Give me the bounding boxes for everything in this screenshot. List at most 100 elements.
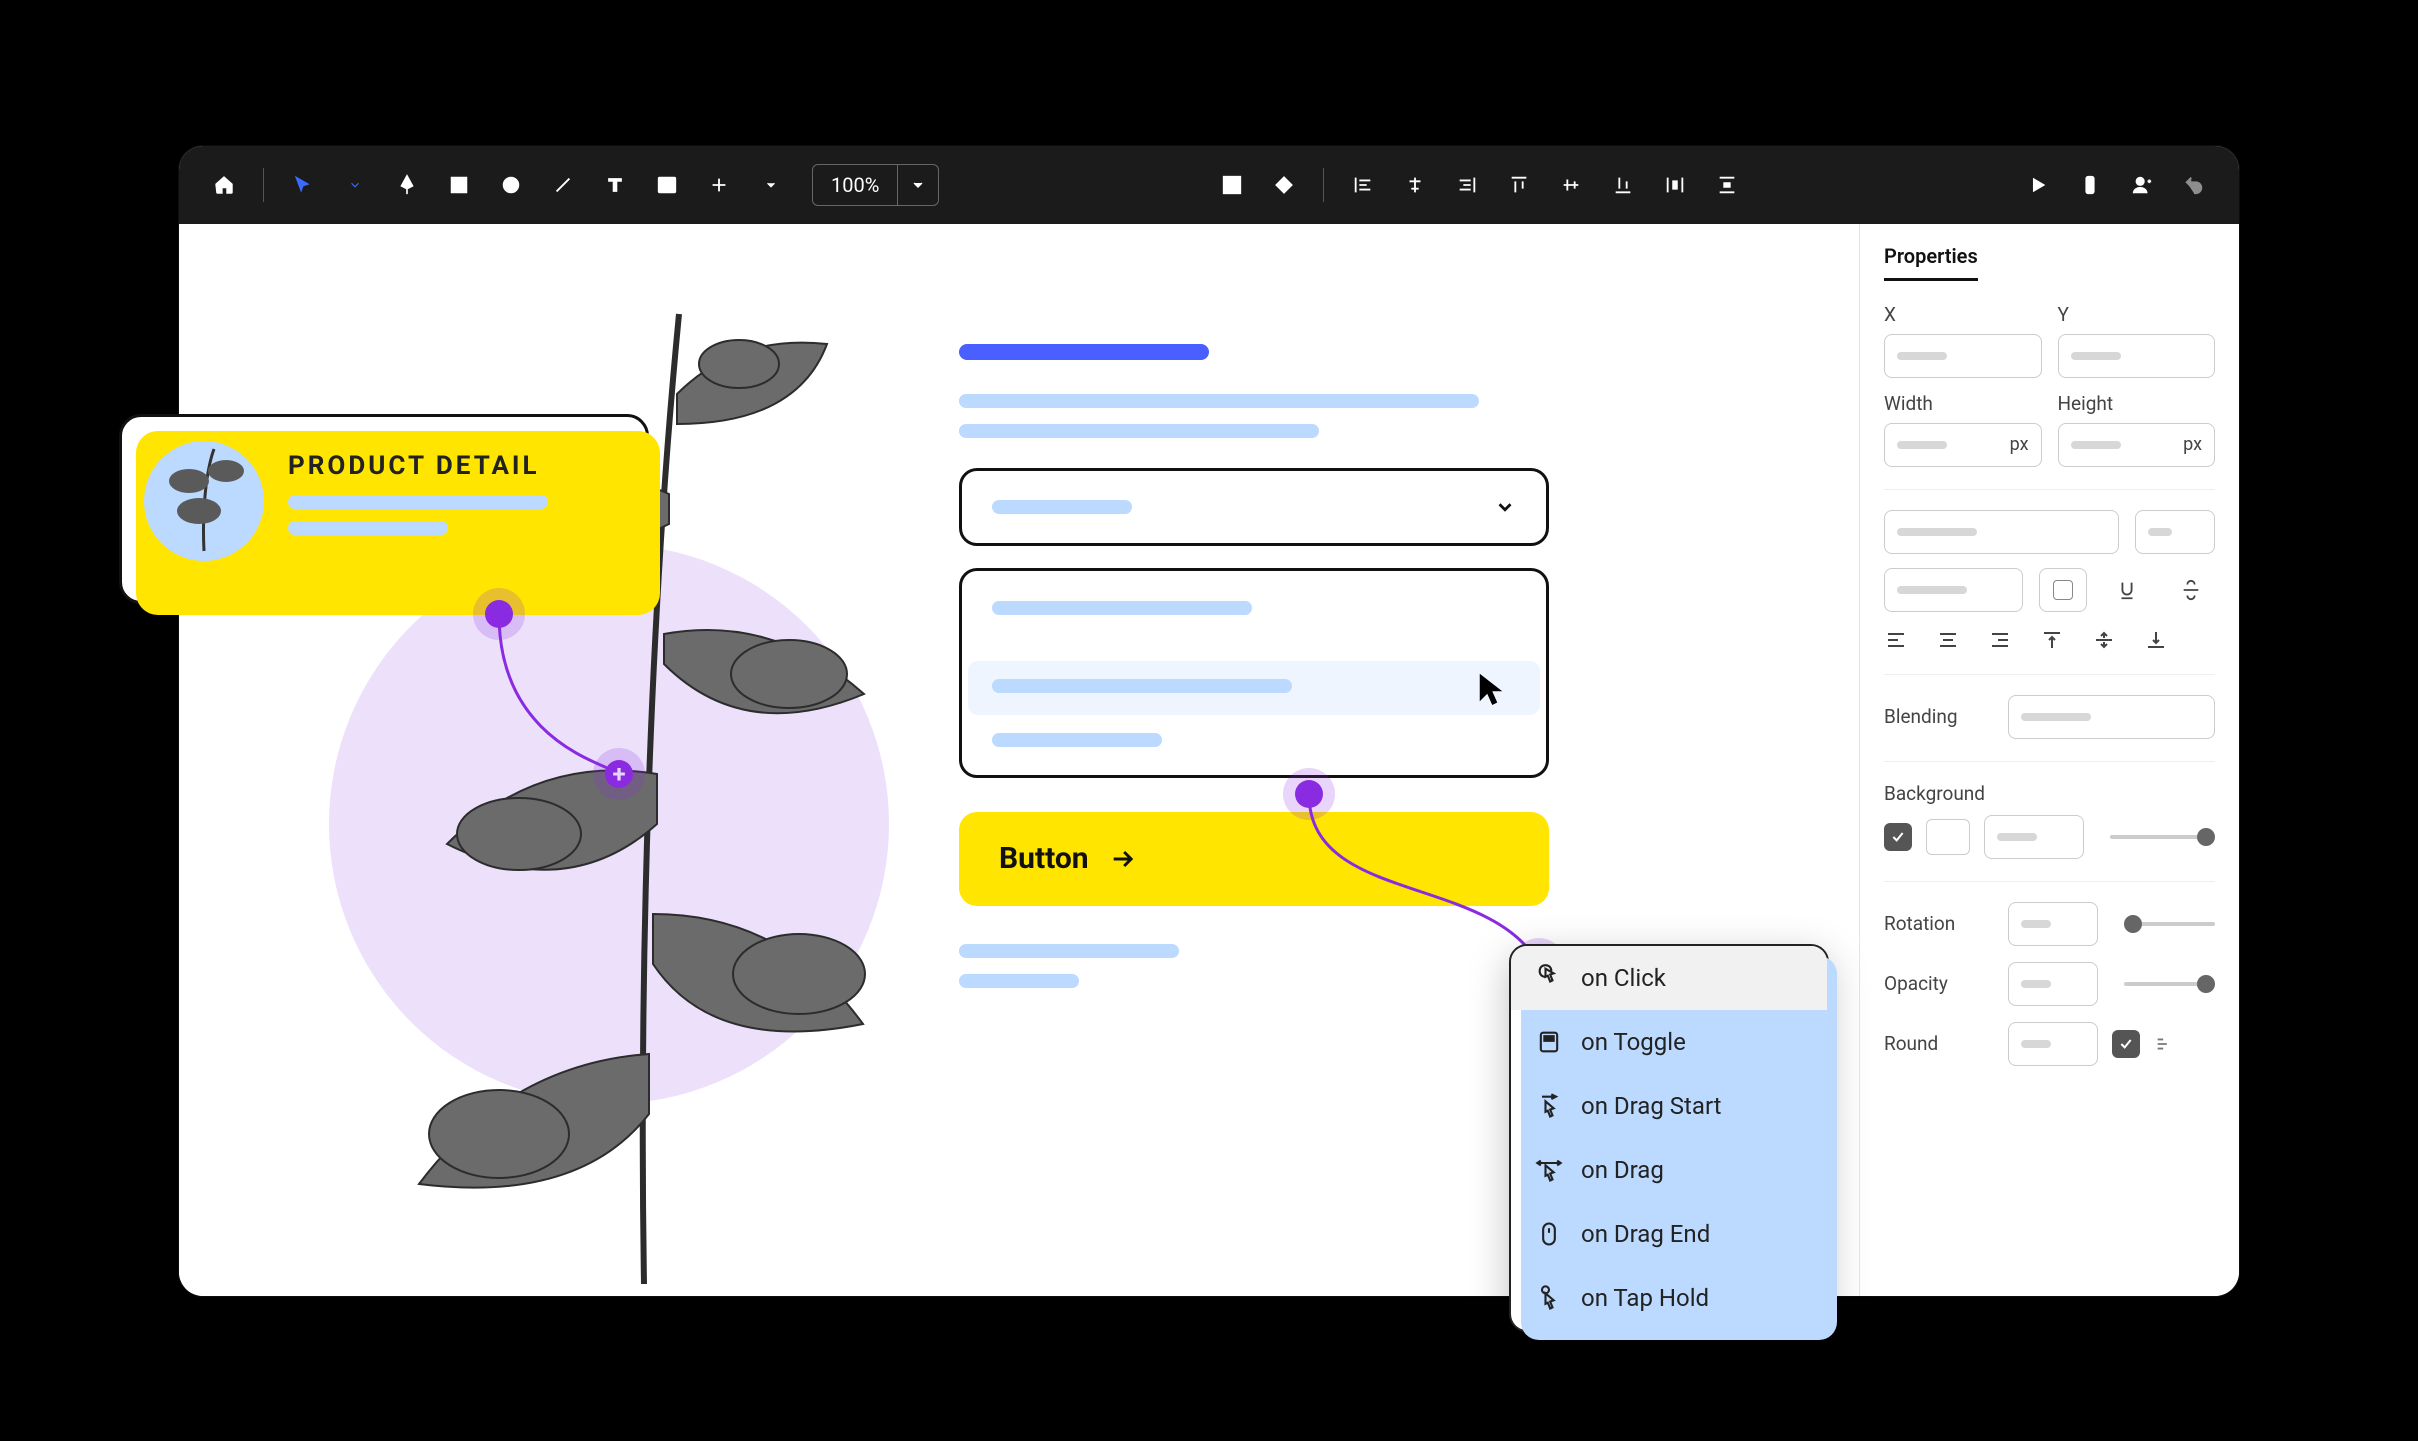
align-center-h-icon[interactable] <box>1396 166 1434 204</box>
zoom-value[interactable]: 100% <box>813 165 898 205</box>
round-link-checkbox[interactable] <box>2112 1030 2140 1058</box>
text-placeholder <box>992 601 1252 615</box>
opacity-label: Opacity <box>1884 972 1994 995</box>
background-color-swatch[interactable] <box>1926 819 1970 855</box>
font-size-input[interactable] <box>2135 510 2215 554</box>
align-middle-v-icon[interactable] <box>1552 166 1590 204</box>
text-color-button[interactable] <box>2039 568 2087 612</box>
right-tools-group <box>2019 166 2213 204</box>
background-value-input[interactable] <box>1984 815 2084 859</box>
text-placeholder <box>992 733 1162 747</box>
interaction-on-click[interactable]: on Click <box>1511 946 1827 1010</box>
valign-middle-icon[interactable] <box>2092 628 2116 652</box>
image-tool-icon[interactable] <box>648 166 686 204</box>
text-align-right-icon[interactable] <box>1988 628 2012 652</box>
height-input[interactable]: px <box>2058 423 2216 467</box>
menu-label: on Click <box>1581 964 1666 992</box>
text-placeholder <box>992 679 1292 693</box>
interaction-on-drag[interactable]: on Drag <box>1511 1138 1827 1202</box>
text-align-center-icon[interactable] <box>1936 628 1960 652</box>
textarea-field[interactable] <box>959 568 1549 778</box>
round-corners-icon[interactable] <box>2154 1033 2176 1055</box>
width-label: Width <box>1884 392 2042 415</box>
rotation-input[interactable] <box>2008 902 2098 946</box>
round-input[interactable] <box>2008 1022 2098 1066</box>
zoom-control[interactable]: 100% <box>812 164 939 206</box>
drag-end-icon <box>1535 1220 1563 1248</box>
rotation-slider[interactable] <box>2124 922 2215 926</box>
add-node-button[interactable] <box>605 760 633 788</box>
valign-top-icon[interactable] <box>2040 628 2064 652</box>
button-label: Button <box>999 841 1089 876</box>
align-left-icon[interactable] <box>1344 166 1382 204</box>
add-user-icon[interactable] <box>2123 166 2161 204</box>
primary-button[interactable]: Button <box>959 812 1549 906</box>
font-family-input[interactable] <box>1884 510 2119 554</box>
strikethrough-icon[interactable] <box>2167 568 2215 612</box>
home-icon[interactable] <box>205 166 243 204</box>
align-top-icon[interactable] <box>1500 166 1538 204</box>
text-align-left-icon[interactable] <box>1884 628 1908 652</box>
dropdown-value-placeholder <box>992 500 1132 514</box>
heading-placeholder <box>959 344 1209 360</box>
y-label: Y <box>2058 303 2216 326</box>
background-circle <box>329 544 889 1104</box>
arrow-right-icon <box>1109 845 1137 873</box>
rectangle-tool-icon[interactable] <box>440 166 478 204</box>
text-placeholder <box>959 974 1079 988</box>
menu-label: on Drag <box>1581 1156 1664 1184</box>
valign-bottom-icon[interactable] <box>2144 628 2168 652</box>
select-tool-icon[interactable] <box>284 166 322 204</box>
distribute-v-icon[interactable] <box>1708 166 1746 204</box>
background-checkbox[interactable] <box>1884 823 1912 851</box>
opacity-input[interactable] <box>2008 962 2098 1006</box>
opacity-slider[interactable] <box>2124 982 2215 986</box>
placeholder-line <box>288 495 548 509</box>
text-placeholder <box>959 394 1479 408</box>
interaction-on-drag-start[interactable]: on Drag Start <box>1511 1074 1827 1138</box>
pen-tool-icon[interactable] <box>388 166 426 204</box>
product-thumbnail <box>144 441 264 561</box>
rotation-label: Rotation <box>1884 912 1994 935</box>
align-right-icon[interactable] <box>1448 166 1486 204</box>
height-label: Height <box>2058 392 2216 415</box>
toggle-icon <box>1535 1028 1563 1056</box>
blending-input[interactable] <box>2008 695 2215 739</box>
text-tool-icon[interactable] <box>596 166 634 204</box>
background-opacity-slider[interactable] <box>2110 835 2215 839</box>
connection-node[interactable] <box>1295 780 1323 808</box>
underline-icon[interactable] <box>2103 568 2151 612</box>
ellipse-tool-icon[interactable] <box>492 166 530 204</box>
dropdown-field[interactable] <box>959 468 1549 546</box>
font-weight-input[interactable] <box>1884 568 2023 612</box>
align-bottom-icon[interactable] <box>1604 166 1642 204</box>
properties-tab[interactable]: Properties <box>1884 244 1978 281</box>
round-label: Round <box>1884 1032 1994 1055</box>
zoom-dropdown-icon[interactable] <box>898 177 938 193</box>
line-tool-icon[interactable] <box>544 166 582 204</box>
undo-icon[interactable] <box>2175 166 2213 204</box>
product-detail-card[interactable]: PRODUCT DETAIL <box>119 414 649 604</box>
add-tool-icon[interactable] <box>700 166 738 204</box>
design-canvas[interactable]: PRODUCT DETAIL <box>179 224 1859 1296</box>
interaction-on-toggle[interactable]: on Toggle <box>1511 1010 1827 1074</box>
toolbar-separator <box>1323 168 1324 202</box>
distribute-h-icon[interactable] <box>1656 166 1694 204</box>
interaction-on-drag-end[interactable]: on Drag End <box>1511 1202 1827 1266</box>
add-dropdown-icon[interactable] <box>752 166 790 204</box>
toolbar-separator <box>263 168 264 202</box>
interaction-on-tap-hold[interactable]: on Tap Hold <box>1511 1266 1827 1330</box>
width-unit: px <box>2010 434 2029 455</box>
diamond-tool-icon[interactable] <box>1265 166 1303 204</box>
click-icon <box>1535 964 1563 992</box>
app-window: 100% <box>179 146 2239 1296</box>
width-input[interactable]: px <box>1884 423 2042 467</box>
x-input[interactable] <box>1884 334 2042 378</box>
properties-panel: Properties X Y Width px Height px <box>1859 224 2239 1296</box>
y-input[interactable] <box>2058 334 2216 378</box>
play-icon[interactable] <box>2019 166 2057 204</box>
grid-tool-icon[interactable] <box>1213 166 1251 204</box>
device-preview-icon[interactable] <box>2071 166 2109 204</box>
select-dropdown-icon[interactable] <box>336 166 374 204</box>
connection-node[interactable] <box>485 600 513 628</box>
